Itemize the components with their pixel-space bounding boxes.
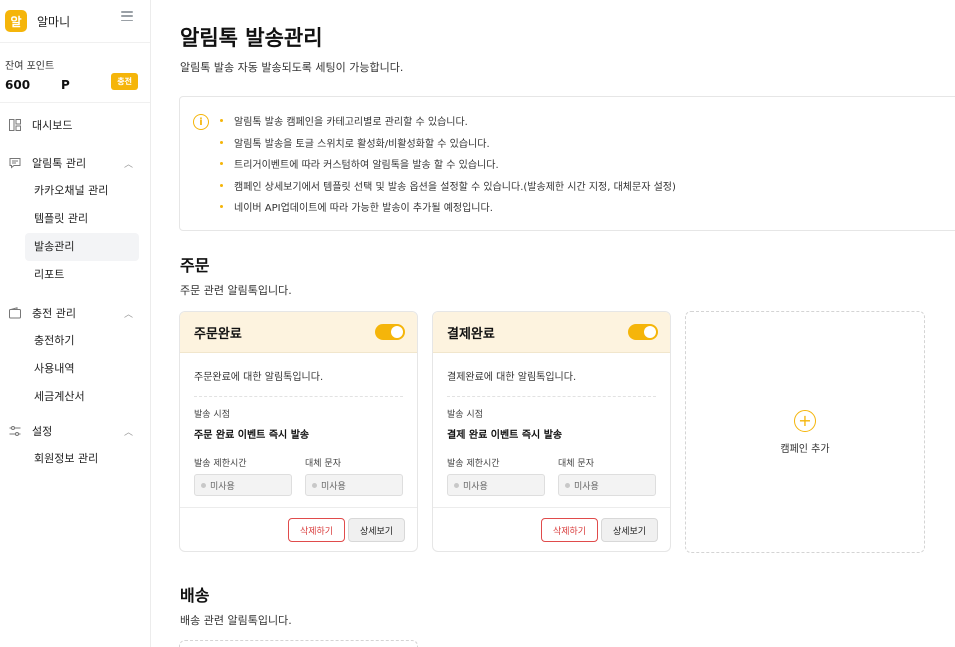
info-item: 알림톡 발송 캠페인을 카테고리별로 관리할 수 있습니다. [220,110,676,132]
points-unit: P [61,78,70,92]
info-icon: i [193,114,209,130]
info-item: 캠페인 상세보기에서 템플릿 선택 및 발송 옵션을 설정할 수 있습니다.(발… [220,175,676,197]
sidebar-nav: 대시보드 알림톡 관리 ︿ 카카오채널 관리 템플릿 관리 발송관리 리포트 충… [0,103,150,473]
campaign-card: 결제완료 결제완료에 대한 알림톡입니다. 발송 시점 결제 완료 이벤트 즉시… [432,311,671,552]
limit-time-value: 미사용 [463,481,488,492]
menu-icon[interactable] [121,10,133,22]
nav-charge-label: 충전 관리 [32,307,76,320]
nav-dashboard[interactable]: 대시보드 [0,111,150,139]
chevron-up-icon[interactable]: ︿ [124,157,133,170]
nav-alimtalk-label: 알림톡 관리 [32,157,87,170]
nav-tax-invoice[interactable]: 세금계산서 [0,383,150,411]
add-campaign-button[interactable] [179,640,418,647]
info-item: 네이버 API업데이트에 따라 가능한 발송이 추가될 예정입니다. [220,196,676,218]
info-item: 트리거이벤트에 따라 커스텀하여 알림톡을 발송 할 수 있습니다. [220,153,676,175]
timing-label: 발송 시점 [447,410,483,420]
limit-time-field: 미사용 [194,474,292,496]
card-description: 결제완료에 대한 알림톡입니다. [447,372,577,383]
section-title-order: 주문 [180,256,210,275]
campaign-toggle[interactable] [628,324,658,340]
points-panel: 잔여 포인트 600 P 충전 [0,43,150,103]
add-campaign-button[interactable]: + 캠페인 추가 [685,311,925,553]
brand: 알 알마니 [0,0,150,43]
info-box: i 알림톡 발송 캠페인을 카테고리별로 관리할 수 있습니다. 알림톡 발송을… [179,96,955,231]
nav-usage[interactable]: 사용내역 [0,355,150,383]
status-dot-icon [201,482,206,488]
wallet-icon [9,307,21,319]
nav-charge-now[interactable]: 충전하기 [0,327,150,355]
card-header: 주문완료 [180,312,417,353]
nav-member-info[interactable]: 회원정보 관리 [0,445,150,473]
limit-time-value: 미사용 [210,481,235,492]
card-header: 결제완료 [433,312,670,353]
section-title-delivery: 배송 [180,586,210,605]
section-description-order: 주문 관련 알림톡입니다. [180,284,292,297]
section-description-delivery: 배송 관련 알림톡입니다. [180,614,292,627]
nav-settings-label: 설정 [32,425,53,438]
timing-value: 주문 완료 이벤트 즉시 발송 [194,430,310,441]
dashboard-icon [9,119,21,131]
substitute-sms-field: 미사용 [558,474,656,496]
detail-button[interactable]: 상세보기 [348,518,405,542]
card-footer: 삭제하기 상세보기 [180,507,417,551]
substitute-sms-value: 미사용 [321,481,346,492]
card-title: 결제완료 [447,326,495,342]
nav-dashboard-label: 대시보드 [32,119,73,132]
detail-button[interactable]: 상세보기 [601,518,658,542]
logo: 알 [5,10,27,32]
status-dot-icon [454,482,459,488]
divider [194,396,403,397]
sliders-icon [9,425,21,437]
points-label: 잔여 포인트 [5,61,55,72]
nav-send-manage[interactable]: 발송관리 [25,233,139,261]
nav-charge[interactable]: 충전 관리 ︿ [0,299,150,327]
substitute-sms-value: 미사용 [574,481,599,492]
limit-time-label: 발송 제한시간 [447,459,500,469]
substitute-sms-label: 대체 문자 [305,459,341,469]
points-value: 600 [5,78,31,92]
nav-template[interactable]: 템플릿 관리 [0,205,150,233]
substitute-sms-label: 대체 문자 [558,459,594,469]
card-description: 주문완료에 대한 알림톡입니다. [194,372,324,383]
status-dot-icon [565,482,570,488]
timing-value: 결제 완료 이벤트 즉시 발송 [447,430,563,441]
page-title: 알림톡 발송관리 [180,26,323,50]
delete-button[interactable]: 삭제하기 [288,518,345,542]
plus-circle-icon: + [794,409,816,432]
card-title: 주문완료 [194,326,242,342]
nav-settings[interactable]: 설정 ︿ [0,417,150,445]
page-description: 알림톡 발송 자동 발송되도록 세팅이 가능합니다. [180,61,404,74]
substitute-sms-field: 미사용 [305,474,403,496]
add-campaign-label: 캠페인 추가 [780,443,830,455]
info-item: 알림톡 발송을 토글 스위치로 활성화/비활성화할 수 있습니다. [220,132,676,154]
delete-button[interactable]: 삭제하기 [541,518,598,542]
nav-report[interactable]: 리포트 [0,261,150,289]
main-content: 알림톡 발송관리 알림톡 발송 자동 발송되도록 세팅이 가능합니다. i 알림… [151,0,955,647]
info-list: 알림톡 발송 캠페인을 카테고리별로 관리할 수 있습니다. 알림톡 발송을 토… [220,110,676,218]
timing-label: 발송 시점 [194,410,230,420]
campaign-toggle[interactable] [375,324,405,340]
nav-kakao-channel[interactable]: 카카오채널 관리 [0,177,150,205]
sidebar: 알 알마니 잔여 포인트 600 P 충전 대시보드 알림톡 관리 ︿ 카카오채… [0,0,151,647]
chevron-up-icon[interactable]: ︿ [124,425,133,438]
message-icon [9,157,21,169]
charge-button[interactable]: 충전 [111,73,138,90]
limit-time-label: 발송 제한시간 [194,459,247,469]
nav-alimtalk[interactable]: 알림톡 관리 ︿ [0,149,150,177]
brand-name: 알마니 [37,14,71,29]
chevron-up-icon[interactable]: ︿ [124,307,133,320]
campaign-card: 주문완료 주문완료에 대한 알림톡입니다. 발송 시점 주문 완료 이벤트 즉시… [179,311,418,552]
status-dot-icon [312,482,317,488]
divider [447,396,656,397]
card-footer: 삭제하기 상세보기 [433,507,670,551]
limit-time-field: 미사용 [447,474,545,496]
